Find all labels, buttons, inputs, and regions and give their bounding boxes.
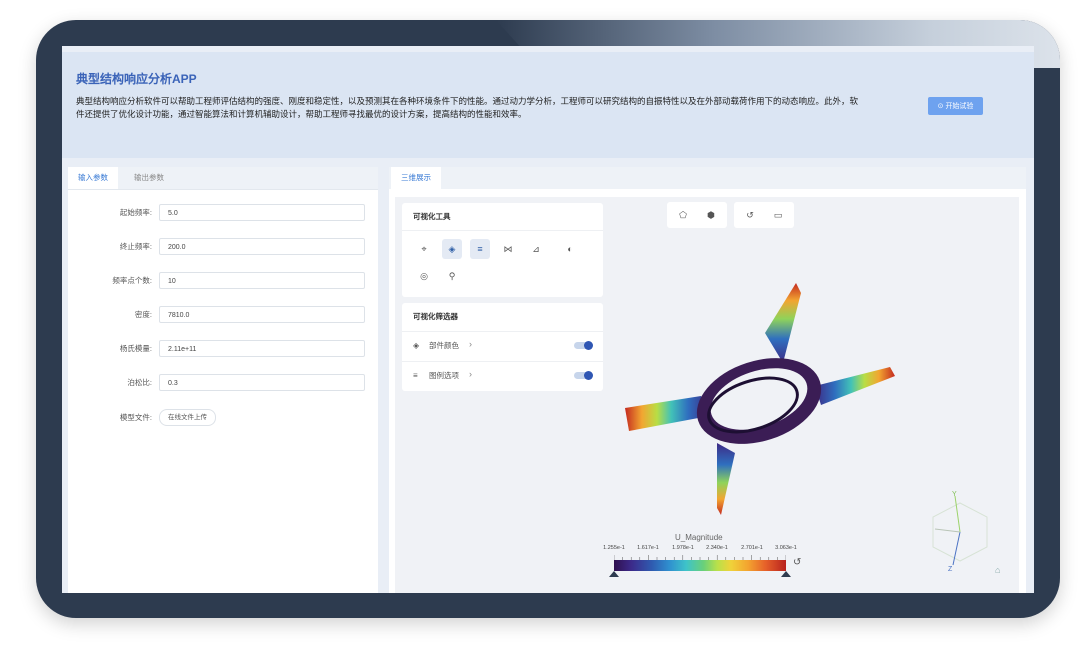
top-plate	[765, 283, 801, 363]
end-frequency-input[interactable]: 200.0	[159, 238, 365, 255]
poisson-ratio-input[interactable]: 0.3	[159, 374, 365, 391]
legend-options-toggle[interactable]	[574, 370, 593, 380]
camera-toolbar: ↺ ▭	[734, 202, 794, 228]
start-experiment-button[interactable]: ⊙ 开始试验	[928, 97, 983, 115]
toggle-knob	[584, 340, 593, 350]
visualization-filter-card: 可视化筛选器 ◈ 部件颜色 › ≡ 图例选项 ›	[402, 303, 603, 391]
visualization-filter-title: 可视化筛选器	[413, 312, 458, 321]
visualization-tools-title: 可视化工具	[413, 212, 451, 221]
clip-icon[interactable]: ⋈	[498, 239, 518, 259]
form-row-frequency-points: 频率点个数: 10	[68, 272, 378, 290]
screenshot-icon[interactable]: ▭	[770, 207, 786, 223]
tab-input-params[interactable]: 输入参数	[68, 167, 118, 189]
start-experiment-label: 开始试验	[945, 103, 974, 110]
form-row-model-file: 模型文件: 在线文件上传	[68, 409, 378, 427]
legend-tick: 1.978e-1	[672, 545, 694, 551]
left-plate	[625, 396, 709, 431]
parameters-panel: 输入参数 输出参数 起始频率: 5.0 终止频率: 200.0 频率点个数: 1…	[68, 167, 378, 593]
end-frequency-label: 终止频率:	[119, 242, 152, 251]
part-color-toggle[interactable]	[574, 340, 593, 350]
chevron-right-icon: ›	[469, 369, 472, 379]
3d-viewport[interactable]: 可视化工具 ⌖ ◈ ≡ ⋈ ⊿ ◐ ◎ ⚲ 可视化筛选器 ◈ 部件颜色 › ≡ …	[395, 197, 1019, 593]
target-icon[interactable]: ◎	[414, 266, 434, 286]
app-title: 典型结构响应分析APP	[76, 72, 197, 86]
home-icon[interactable]: ⌂	[995, 565, 1000, 575]
visualization-tabbar: 三维展示	[389, 167, 1026, 189]
legend-icon[interactable]: ≡	[470, 239, 490, 259]
youngs-modulus-label: 杨氏模量:	[119, 344, 152, 353]
app-description: 典型结构响应分析软件可以帮助工程师评估结构的强度、刚度和稳定性，以及预测其在各种…	[76, 96, 859, 119]
legend-min-handle[interactable]	[609, 571, 619, 577]
legend-tick: 1.255e-1	[603, 545, 625, 551]
legend-max-handle[interactable]	[781, 571, 791, 577]
y-axis-line	[954, 495, 961, 533]
cube-icon[interactable]: ◐	[560, 239, 580, 259]
y-axis-label: Y	[952, 491, 957, 498]
form-row-density: 密度: 7810.0	[68, 306, 378, 324]
3d-model-render	[625, 283, 895, 515]
upload-file-button[interactable]: 在线文件上传	[159, 409, 216, 426]
visualization-panel: 三维展示 可视化工具 ⌖ ◈ ≡ ⋈ ⊿ ◐ ◎ ⚲ 可视化筛选器 ◈ 部件颜色…	[389, 167, 1026, 593]
poisson-ratio-label: 泊松比:	[127, 378, 152, 387]
youngs-modulus-input[interactable]: 2.11e+11	[159, 340, 365, 357]
toggle-knob	[584, 370, 593, 380]
x-axis-line	[934, 528, 961, 533]
chevron-right-icon: ›	[469, 339, 472, 349]
form-row-end-frequency: 终止频率: 200.0	[68, 238, 378, 256]
wireframe-cube-icon[interactable]: ⬠	[675, 207, 691, 223]
orientation-axes-widget[interactable]: Y Z	[925, 491, 995, 573]
form-row-poisson-ratio: 泊松比: 0.3	[68, 374, 378, 392]
legend-color-bar	[614, 560, 786, 571]
legend-tick: 1.617e-1	[637, 545, 659, 551]
frequency-points-input[interactable]: 10	[159, 272, 365, 289]
legend-title: U_Magnitude	[675, 533, 723, 542]
legend-tick: 2.701e-1	[741, 545, 763, 551]
view-mode-toolbar: ⬠ ⬢	[667, 202, 727, 228]
filter-row-part-color[interactable]: ◈ 部件颜色 ›	[402, 331, 603, 360]
z-axis-label: Z	[948, 566, 953, 573]
tab-3d-view[interactable]: 三维展示	[391, 167, 441, 189]
reset-view-icon[interactable]: ↺	[742, 207, 758, 223]
card-divider	[402, 230, 603, 231]
probe-icon[interactable]: ⚲	[442, 266, 462, 286]
density-label: 密度:	[134, 310, 152, 319]
form-row-start-frequency: 起始频率: 5.0	[68, 204, 378, 222]
frequency-points-label: 频率点个数:	[112, 276, 152, 285]
play-circle-icon: ⊙	[937, 103, 944, 110]
legend-tick: 2.340e-1	[706, 545, 728, 551]
slice-icon[interactable]: ⊿	[526, 239, 546, 259]
model-file-label: 模型文件:	[119, 413, 152, 422]
bottom-plate	[717, 443, 735, 515]
filter-row-legend-options[interactable]: ≡ 图例选项 ›	[402, 361, 603, 390]
paint-bucket-icon: ◈	[413, 341, 420, 350]
tab-output-params[interactable]: 输出参数	[124, 167, 174, 189]
crosshair-icon[interactable]: ⌖	[414, 239, 434, 259]
solid-shape-icon[interactable]: ⬢	[703, 207, 719, 223]
legend-options-label: 图例选项	[429, 371, 459, 380]
form-row-youngs-modulus: 杨氏模量: 2.11e+11	[68, 340, 378, 358]
app-header: 典型结构响应分析APP 典型结构响应分析软件可以帮助工程师评估结构的强度、刚度和…	[62, 52, 1034, 158]
start-frequency-label: 起始频率:	[119, 208, 152, 217]
legend-reset-icon[interactable]: ↺	[793, 557, 801, 568]
part-color-label: 部件颜色	[429, 341, 459, 350]
visualization-tools-card: 可视化工具 ⌖ ◈ ≡ ⋈ ⊿ ◐ ◎ ⚲	[402, 203, 603, 297]
density-input[interactable]: 7810.0	[159, 306, 365, 323]
legend-tick: 3.063e-1	[775, 545, 797, 551]
start-frequency-input[interactable]: 5.0	[159, 204, 365, 221]
legend-tick-labels: 1.255e-1 1.617e-1 1.978e-1 2.340e-1 2.70…	[603, 545, 803, 555]
right-plate	[815, 367, 895, 405]
parameters-tabbar: 输入参数 输出参数	[68, 167, 378, 190]
paint-bucket-icon[interactable]: ◈	[442, 239, 462, 259]
app-screen: 典型结构响应分析APP 典型结构响应分析软件可以帮助工程师评估结构的强度、刚度和…	[62, 46, 1034, 593]
legend-icon: ≡	[413, 371, 418, 380]
